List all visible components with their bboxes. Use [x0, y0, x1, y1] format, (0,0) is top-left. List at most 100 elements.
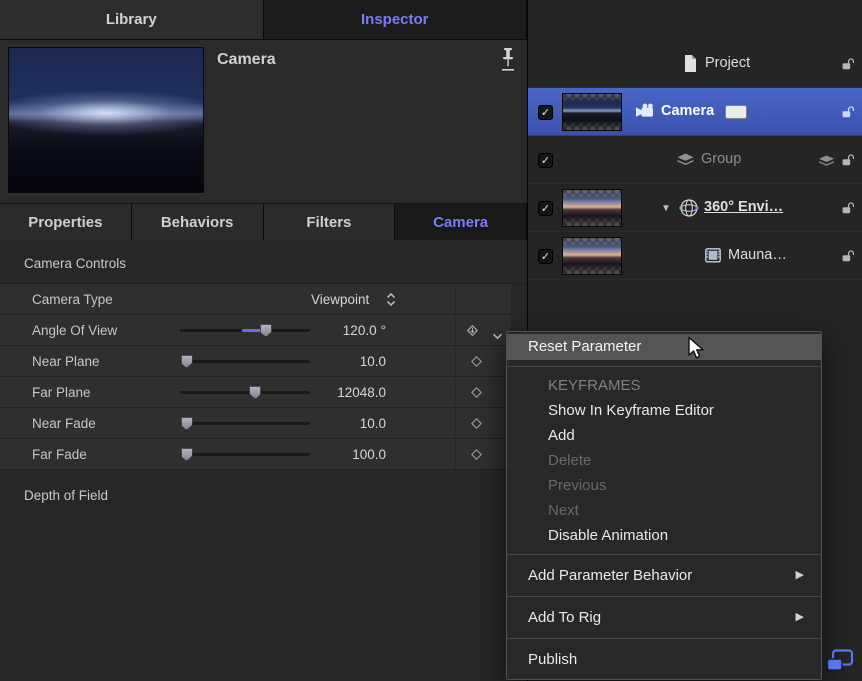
near-fade-value[interactable]: 10.0	[282, 416, 386, 431]
menu-item-delete: Delete	[507, 448, 821, 473]
keyframe-column	[455, 439, 511, 469]
lock-icon[interactable]	[841, 105, 855, 124]
layer-name: Project	[705, 55, 750, 71]
group-icon	[676, 153, 695, 172]
layer-name: Mauna…	[728, 247, 787, 263]
far-plane-label: Far Plane	[32, 385, 91, 400]
menu-item-previous: Previous	[507, 473, 821, 498]
menu-item-add[interactable]: Add	[507, 423, 821, 448]
keyframe-column	[455, 315, 511, 345]
layer-row-360-environment[interactable]: ✓ ▼ 360° Envi…	[528, 184, 862, 232]
keyframe-diamond-icon[interactable]	[470, 448, 483, 466]
submenu-arrow-icon: ▶	[796, 603, 804, 632]
slider-thumb[interactable]	[181, 417, 193, 430]
layer-checkbox[interactable]: ✓	[538, 201, 553, 216]
layer-row-group[interactable]: ✓ Group	[528, 136, 862, 184]
tab-library[interactable]: Library	[0, 0, 264, 40]
tab-camera[interactable]: Camera	[395, 204, 527, 240]
layer-checkbox[interactable]: ✓	[538, 105, 553, 120]
disclosure-triangle-icon[interactable]: ▼	[661, 203, 671, 214]
lock-icon[interactable]	[841, 57, 855, 76]
menu-item-disable-animation[interactable]: Disable Animation	[507, 523, 821, 548]
check-icon: ✓	[541, 154, 550, 167]
pin-icon[interactable]	[499, 46, 519, 76]
row-near-fade: Near Fade 10.0	[0, 408, 511, 439]
tab-filters[interactable]: Filters	[264, 204, 396, 240]
lock-icon[interactable]	[841, 153, 855, 172]
near-plane-value[interactable]: 10.0	[282, 354, 386, 369]
slider-thumb[interactable]	[260, 324, 272, 337]
row-far-plane: Far Plane 12048.0	[0, 377, 511, 408]
document-icon	[682, 54, 698, 78]
pane-toggle-button[interactable]	[826, 649, 854, 677]
row-far-fade: Far Fade 100.0	[0, 439, 511, 470]
layer-thumbnail	[562, 237, 622, 275]
menu-header-keyframes: KEYFRAMES	[507, 373, 821, 398]
tab-properties[interactable]: Properties	[0, 204, 132, 240]
far-plane-value[interactable]: 12048.0	[282, 385, 386, 400]
menu-separator	[507, 554, 821, 555]
keyframe-column	[455, 284, 511, 314]
keyframe-diamond-icon[interactable]	[470, 386, 483, 404]
section-depth-of-field: Depth of Field	[0, 470, 527, 503]
group-badge-icon	[818, 154, 835, 172]
parameter-rows: Camera Type Viewpoint Angle Of View	[0, 283, 527, 470]
tab-inspector[interactable]: Inspector	[264, 0, 528, 40]
keyframe-menu-icon[interactable]	[465, 323, 480, 343]
row-camera-type: Camera Type Viewpoint	[0, 284, 511, 315]
keyframe-diamond-icon[interactable]	[470, 355, 483, 373]
section-camera-controls: Camera Controls	[0, 240, 527, 283]
chevron-down-icon[interactable]	[492, 327, 503, 345]
layer-row-mauna[interactable]: ✓ Mauna…	[528, 232, 862, 280]
slider-thumb[interactable]	[249, 386, 261, 399]
layer-checkbox[interactable]: ✓	[538, 249, 553, 264]
layers-list: Project ✓	[528, 40, 862, 280]
menu-item-reset-parameter[interactable]: Reset Parameter	[507, 334, 821, 360]
near-plane-label: Near Plane	[32, 354, 100, 369]
keyframe-column	[455, 377, 511, 407]
camera-icon	[634, 103, 657, 123]
keyframe-column	[455, 346, 511, 376]
sphere-360-icon	[678, 197, 700, 224]
stepper-icon	[386, 292, 396, 312]
far-fade-value[interactable]: 100.0	[282, 447, 386, 462]
lock-icon[interactable]	[841, 249, 855, 268]
menu-item-add-to-rig[interactable]: Add To Rig▶	[507, 603, 821, 632]
menu-separator	[507, 366, 821, 367]
inspector-header: Camera	[0, 40, 527, 204]
near-fade-label: Near Fade	[32, 416, 96, 431]
camera-type-label: Camera Type	[32, 292, 113, 307]
layer-name: 360° Envi…	[704, 199, 783, 215]
inspector-tabbar: Properties Behaviors Filters Camera	[0, 204, 527, 240]
submenu-arrow-icon: ▶	[796, 561, 804, 590]
menu-item-show-in-keyframe-editor[interactable]: Show In Keyframe Editor	[507, 398, 821, 423]
selected-object-title: Camera	[217, 51, 276, 69]
menu-separator	[507, 638, 821, 639]
check-icon: ✓	[541, 106, 550, 119]
angle-of-view-value[interactable]: 120.0°	[282, 323, 386, 338]
layer-thumbnail	[562, 189, 622, 227]
camera-preview-thumbnail	[8, 47, 204, 193]
active-camera-badge	[725, 105, 747, 119]
lock-icon[interactable]	[841, 201, 855, 220]
far-fade-label: Far Fade	[32, 447, 87, 462]
layer-row-camera[interactable]: ✓ Camera	[528, 88, 862, 136]
layer-checkbox[interactable]: ✓	[538, 153, 553, 168]
keyframe-diamond-icon[interactable]	[470, 417, 483, 435]
layer-row-project[interactable]: Project	[528, 40, 862, 88]
motion-inspector-window: Library Inspector Layers Media Audio Cam…	[0, 0, 862, 681]
angle-of-view-label: Angle Of View	[32, 323, 117, 338]
menu-item-add-parameter-behavior[interactable]: Add Parameter Behavior▶	[507, 561, 821, 590]
slider-thumb[interactable]	[181, 355, 193, 368]
row-angle-of-view: Angle Of View 120.0°	[0, 315, 511, 346]
tab-behaviors[interactable]: Behaviors	[132, 204, 264, 240]
degree-unit: °	[381, 323, 386, 338]
camera-type-value: Viewpoint	[311, 292, 369, 307]
check-icon: ✓	[541, 202, 550, 215]
camera-controls-panel: Camera Controls Camera Type Viewpoint	[0, 240, 527, 503]
menu-item-next: Next	[507, 498, 821, 523]
menu-item-publish[interactable]: Publish	[507, 645, 821, 674]
layer-name: Group	[701, 151, 741, 167]
slider-thumb[interactable]	[181, 448, 193, 461]
layer-name: Camera	[661, 103, 714, 119]
